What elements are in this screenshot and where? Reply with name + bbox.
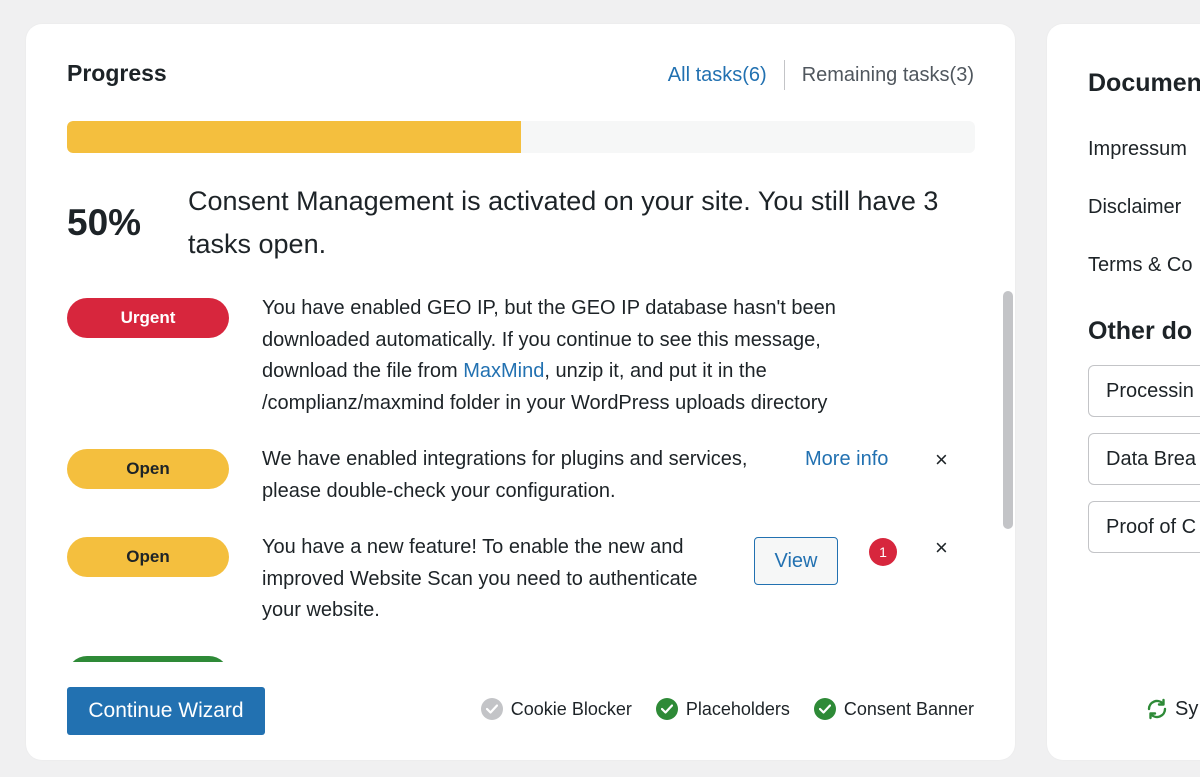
continue-wizard-button[interactable]: Continue Wizard	[67, 687, 265, 735]
other-document-button[interactable]: Data Brea	[1088, 433, 1200, 485]
dismiss-icon[interactable]: ×	[935, 444, 948, 475]
sync-icon	[1147, 698, 1167, 720]
progress-headline: Consent Management is activated on your …	[188, 186, 939, 259]
status-badge-urgent: Urgent	[67, 298, 229, 338]
tab-divider	[783, 60, 785, 90]
more-info-link[interactable]: More info	[805, 444, 888, 476]
status-badge-open: Open	[67, 537, 229, 577]
progress-bar-fill	[67, 121, 521, 153]
task-list: Urgent You have enabled GEO IP, but the …	[26, 286, 1015, 662]
check-circle-icon	[480, 698, 503, 720]
status-badge-open: Open	[67, 449, 229, 489]
dismiss-icon[interactable]: ×	[935, 532, 948, 563]
task-text: You have a new feature! To enable the ne…	[262, 536, 698, 621]
task-text: You have enabled GEO IP, but the GEO IP …	[262, 293, 912, 419]
other-document-button[interactable]: Proof of C	[1088, 501, 1200, 553]
status-consent-banner: Consent Banner	[813, 698, 974, 720]
document-item[interactable]: Terms & Co	[1088, 254, 1192, 277]
maxmind-link[interactable]: MaxMind	[463, 360, 544, 382]
task-list-scrollbar[interactable]	[1000, 286, 1014, 662]
task-text: We have enabled integrations for plugins…	[262, 448, 748, 502]
status-label: Consent Banner	[843, 698, 974, 719]
progress-percent: 50%	[67, 202, 142, 243]
view-button[interactable]: View	[754, 537, 838, 585]
progress-bar	[67, 121, 975, 153]
sync-button[interactable]: Sy	[1145, 697, 1198, 721]
documents-card: Documen Impressum Disclaimer Terms & Co …	[1047, 24, 1200, 760]
sync-label: Sy	[1175, 697, 1199, 720]
other-document-button[interactable]: Processin	[1088, 365, 1200, 417]
document-item[interactable]: Impressum	[1088, 138, 1187, 161]
status-placeholders: Placeholders	[655, 698, 790, 720]
progress-card: Progress All tasks(6) Remaining tasks(3)…	[26, 24, 1015, 760]
status-label: Cookie Blocker	[510, 698, 632, 719]
check-circle-icon	[655, 698, 678, 720]
documents-title: Documen	[1088, 69, 1200, 97]
other-documents-title: Other do	[1088, 317, 1193, 345]
status-cookie-blocker: Cookie Blocker	[480, 698, 632, 720]
notification-count-badge: 1	[869, 538, 897, 566]
task-filter-tabs: All tasks(6) Remaining tasks(3)	[668, 60, 974, 90]
scrollbar-thumb[interactable]	[1003, 291, 1013, 529]
document-item[interactable]: Disclaimer	[1088, 196, 1181, 219]
tab-all-tasks[interactable]: All tasks(6)	[668, 64, 767, 87]
check-circle-icon	[813, 698, 836, 720]
progress-title: Progress	[67, 60, 167, 86]
status-badge-completed	[67, 656, 229, 662]
status-label: Placeholders	[685, 698, 790, 719]
feature-status-list: Cookie Blocker Placeholders Consent Bann…	[457, 698, 974, 720]
tab-remaining-tasks[interactable]: Remaining tasks(3)	[802, 64, 974, 87]
